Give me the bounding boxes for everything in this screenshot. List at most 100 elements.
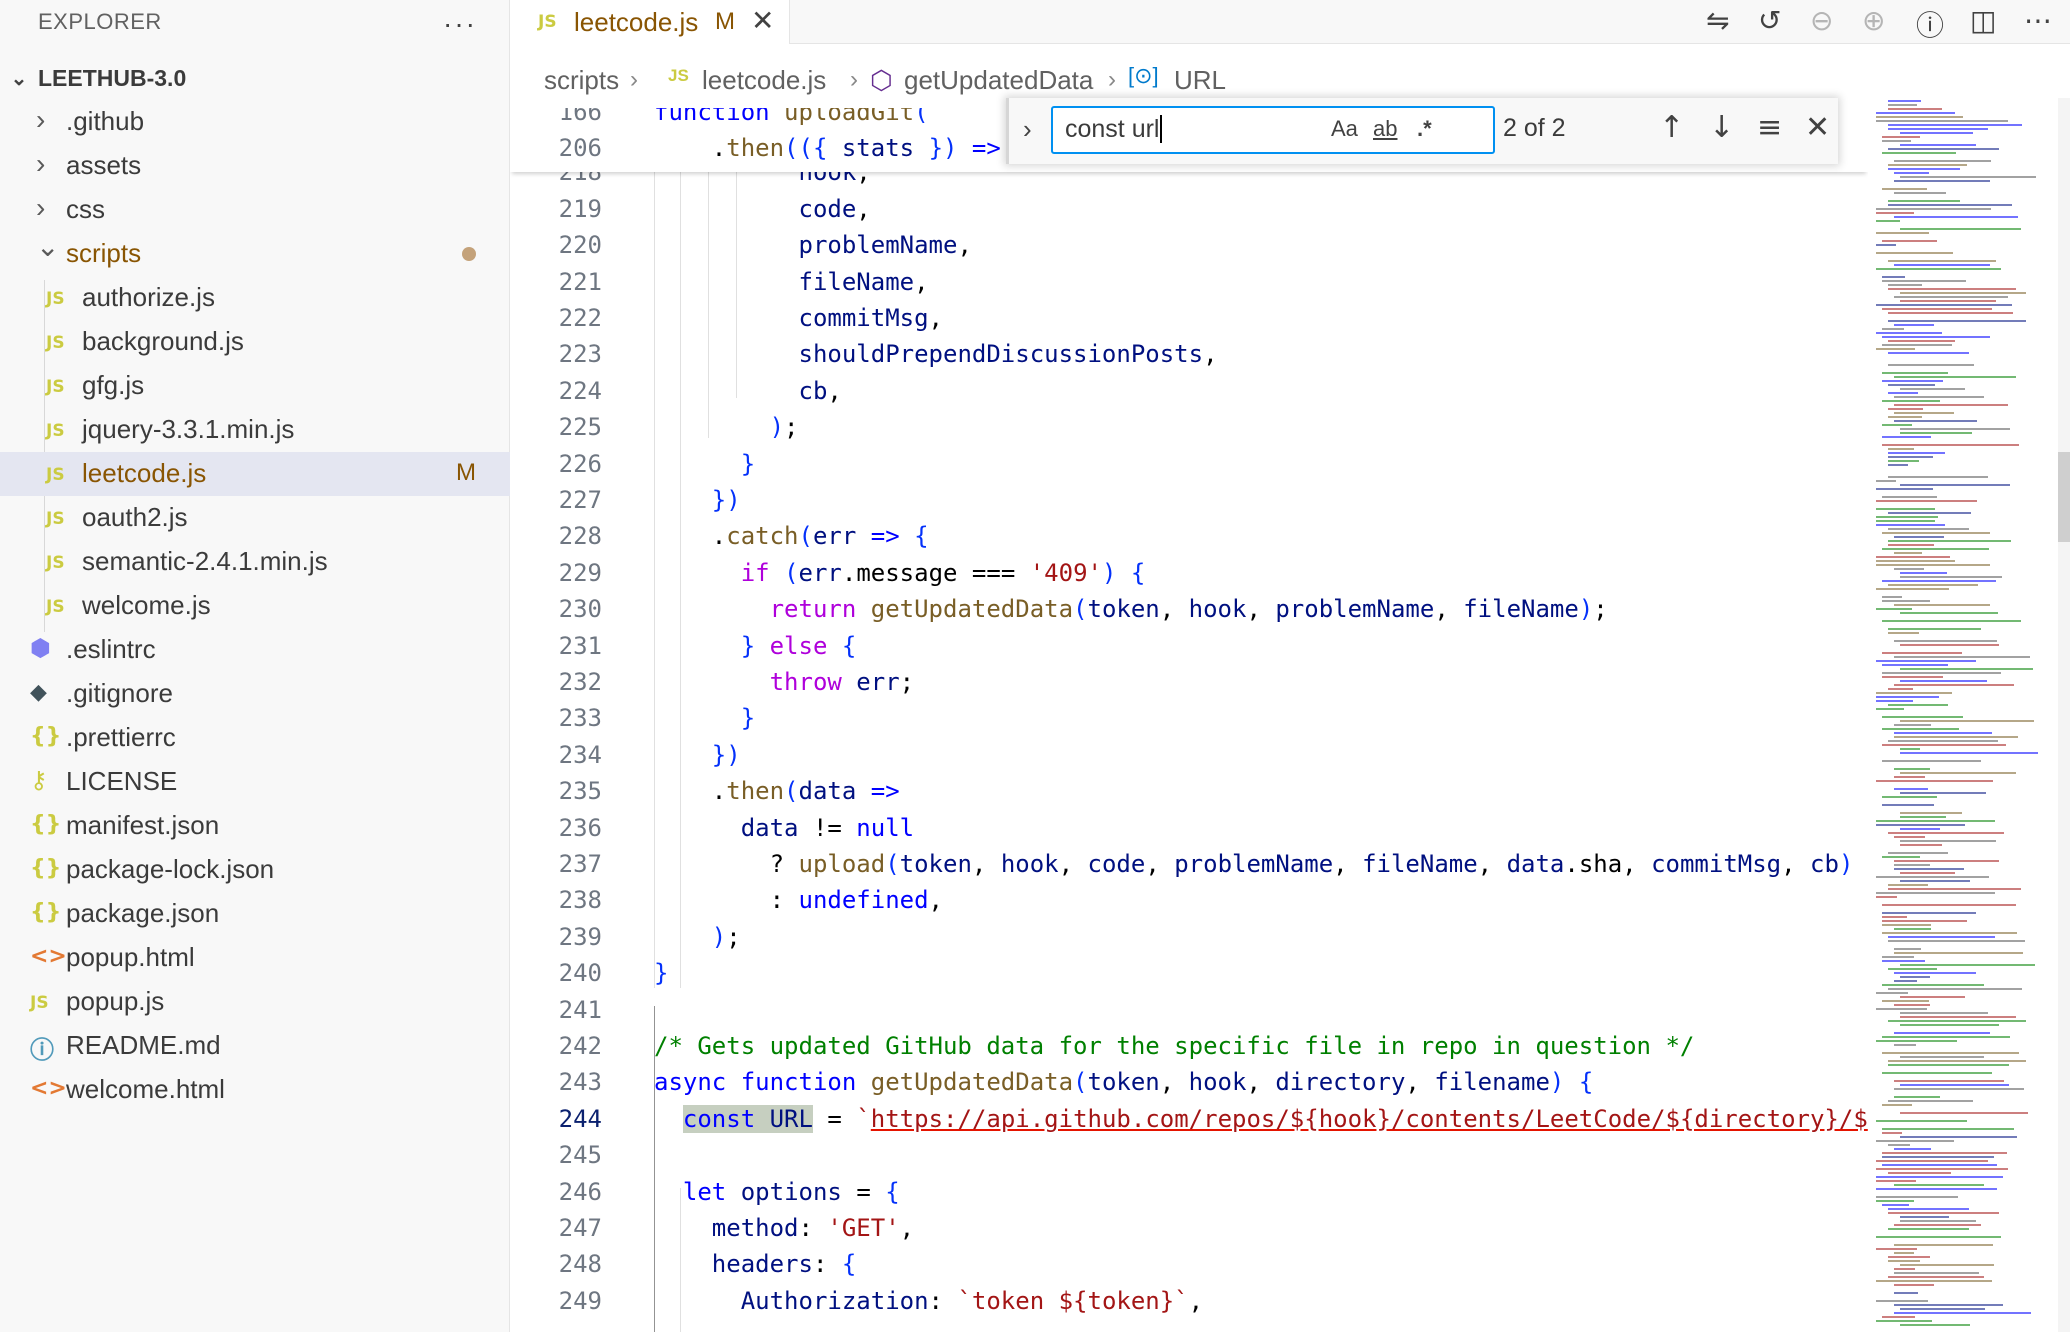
minimap-line	[1876, 556, 1950, 558]
minimap-line	[1882, 1316, 1915, 1318]
tree-item[interactable]: {} manifest.json	[0, 804, 510, 848]
close-find-icon[interactable]: ✕	[1805, 110, 1830, 145]
tree-item[interactable]: JS oauth2.js	[0, 496, 510, 540]
chevron-right-icon: ›	[1108, 66, 1116, 93]
split-editor-icon[interactable]: ◫	[1970, 4, 1996, 37]
minimap-line	[1888, 452, 1945, 454]
tree-item[interactable]: JS background.js	[0, 320, 510, 364]
tree-item[interactable]: JS jquery-3.3.1.min.js	[0, 408, 510, 452]
whole-word-icon[interactable]: ab	[1373, 116, 1397, 142]
code-line: headers: {	[711, 1250, 857, 1279]
vertical-scrollbar[interactable]	[2058, 98, 2070, 1332]
minimap-line	[1888, 1060, 2026, 1062]
tree-item-label: .eslintrc	[66, 634, 156, 664]
line-number: 224	[558, 376, 602, 405]
tree-item[interactable]: {} .prettierrc	[0, 716, 510, 760]
minimap-line	[1882, 580, 1996, 582]
minimap-line	[1900, 176, 2036, 178]
tree-item[interactable]: JS popup.js	[0, 980, 510, 1024]
workspace-root[interactable]: ⌄ LEETHUB-3.0	[0, 60, 510, 96]
minimap-line	[1882, 1104, 1912, 1106]
match-case-icon[interactable]: Aa	[1331, 116, 1358, 142]
minimap-line	[1882, 1164, 1997, 1166]
breadcrumb-file[interactable]: leetcode.js	[702, 65, 826, 96]
tree-item[interactable]: ⌄ scripts	[0, 231, 510, 276]
minimap-line	[1876, 1200, 1914, 1202]
minimap-line	[1876, 608, 1912, 610]
tree-item[interactable]: JS semantic-2.4.1.min.js	[0, 540, 510, 584]
tree-item[interactable]: › assets	[0, 144, 510, 188]
minimap-line	[1888, 968, 1937, 970]
minimap-line	[1888, 124, 2022, 126]
minimap-line	[1876, 112, 1955, 114]
minimap-line	[1888, 108, 1942, 110]
minimap-line	[1888, 200, 1960, 202]
source-control-compare-icon[interactable]: ⇋	[1706, 4, 1729, 37]
breadcrumb-folder[interactable]: scripts	[544, 65, 619, 96]
minimap-line	[1882, 916, 1907, 918]
minimap-line	[1876, 1280, 1992, 1282]
minimap-line	[1888, 128, 1988, 130]
breadcrumb-function[interactable]: getUpdatedData	[904, 65, 1093, 96]
more-actions-icon[interactable]: ···	[443, 8, 477, 40]
git-graph-icon[interactable]: ⓘ	[1916, 4, 1944, 44]
line-number: 247	[558, 1214, 602, 1242]
code-editor[interactable]: 217 token,218 hook,219 code,220 problemN…	[510, 108, 1868, 1332]
code-line: Authorization: `token ${token}`,	[740, 1286, 1204, 1315]
code-line: async function getUpdatedData(token, hoo…	[654, 1068, 1594, 1097]
previous-match-icon[interactable]: ↑	[1659, 110, 1684, 145]
tree-item[interactable]: <> popup.html	[0, 936, 510, 980]
minimap-line	[1882, 444, 2019, 446]
tree-item[interactable]: JS welcome.js	[0, 584, 510, 628]
minimap-line	[1876, 252, 1953, 254]
tree-item[interactable]: {} package-lock.json	[0, 848, 510, 892]
minimap-line	[1894, 396, 1984, 398]
tab-leetcode-js[interactable]: JS leetcode.js M ✕	[510, 0, 790, 44]
json-file-icon: {}	[30, 724, 62, 749]
tree-item-label: .github	[66, 106, 145, 136]
tree-item[interactable]: › css	[0, 188, 510, 232]
js-file-icon: JS	[46, 289, 65, 309]
find-in-selection-icon[interactable]: ≡	[1757, 110, 1782, 145]
minimap-line	[1894, 376, 2016, 378]
tree-item[interactable]: ◆ .gitignore	[0, 672, 510, 716]
minimap[interactable]	[1868, 98, 2058, 1332]
tree-item[interactable]: <> welcome.html	[0, 1068, 510, 1112]
tree-item[interactable]: {} package.json	[0, 892, 510, 936]
tree-item[interactable]: JS authorize.js	[0, 276, 510, 320]
tree-item[interactable]: ⚷ LICENSE	[0, 760, 510, 804]
minimap-line	[1894, 296, 2008, 298]
revert-changes-icon[interactable]: ↺	[1758, 4, 1781, 37]
tree-item[interactable]: › .github	[0, 100, 510, 144]
minimap-line	[1882, 136, 1920, 138]
minimap-line	[1894, 864, 1930, 866]
minimap-line	[1888, 852, 1948, 854]
previous-change-icon[interactable]: ⊖	[1810, 4, 1833, 37]
minimap-line	[1888, 540, 2011, 542]
close-tab-icon[interactable]: ✕	[751, 4, 774, 37]
next-match-icon[interactable]: ↓	[1709, 110, 1734, 145]
regex-icon[interactable]: .*	[1417, 116, 1432, 142]
next-change-icon[interactable]: ⊕	[1862, 4, 1885, 37]
tree-item[interactable]: JS leetcode.js M	[0, 452, 510, 496]
tree-item[interactable]: JS gfg.js	[0, 364, 510, 408]
tree-item-label: css	[66, 194, 105, 224]
minimap-line	[1876, 696, 1939, 698]
tree-item[interactable]: ⬢ .eslintrc	[0, 628, 510, 672]
minimap-line	[1894, 952, 2023, 954]
minimap-line	[1894, 1224, 1981, 1226]
sticky-line-number: 206	[558, 134, 602, 162]
minimap-line	[1882, 424, 1912, 426]
minimap-line	[1888, 832, 2004, 834]
scrollbar-thumb[interactable]	[2058, 452, 2070, 542]
minimap-line	[1888, 940, 2025, 942]
json-file-icon: {}	[30, 812, 62, 837]
tab-label: leetcode.js	[574, 7, 699, 37]
toggle-replace-icon[interactable]: ›	[1023, 114, 1032, 145]
more-actions-icon[interactable]: ⋯	[2024, 4, 2052, 37]
minimap-line	[1882, 904, 2016, 906]
breadcrumb-variable[interactable]: URL	[1174, 65, 1226, 96]
minimap-line	[1888, 260, 1996, 262]
minimap-line	[1900, 844, 1942, 846]
tree-item[interactable]: ⓘ README.md	[0, 1024, 510, 1068]
